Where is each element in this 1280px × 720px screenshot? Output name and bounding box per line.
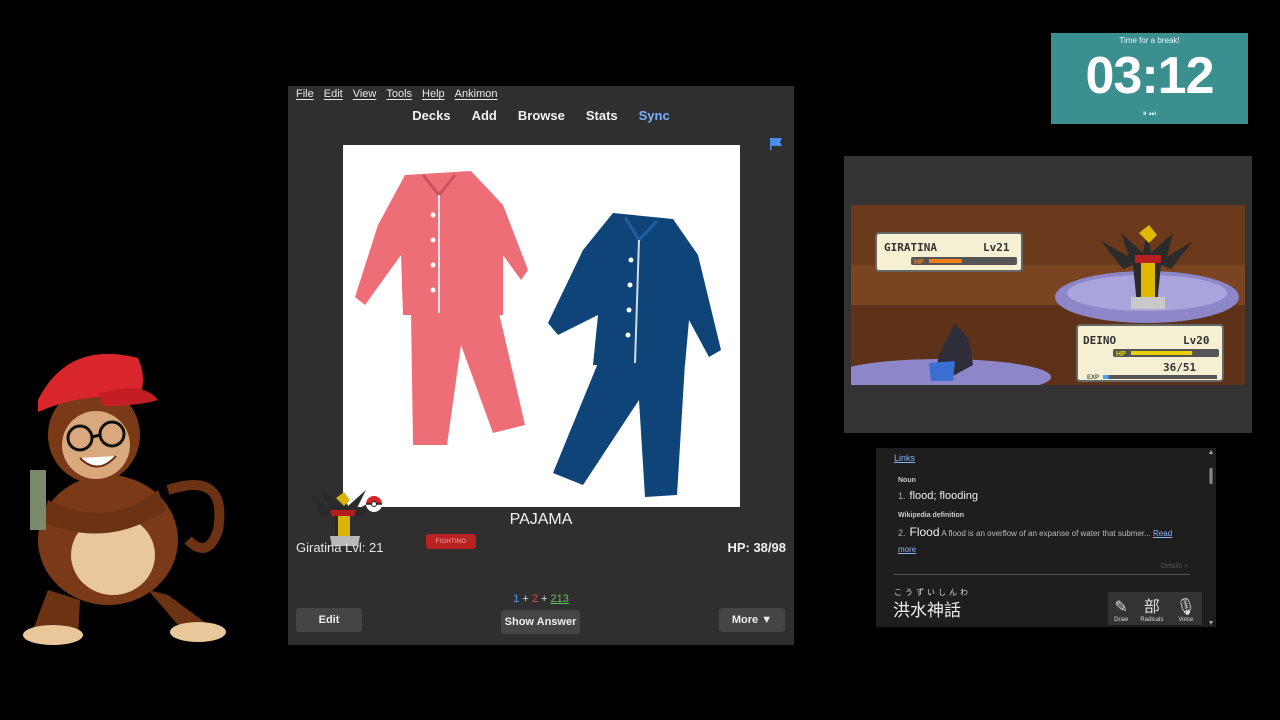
part-of-speech: Noun — [898, 477, 916, 484]
player-exp-bar — [1103, 375, 1109, 379]
menu-help[interactable]: Help — [422, 88, 445, 104]
edit-button[interactable]: Edit — [296, 608, 362, 632]
more-button[interactable]: More ▼ — [719, 608, 785, 632]
radical-icon: 部 — [1143, 599, 1160, 616]
kanji-input[interactable]: 洪水神話 — [893, 596, 961, 621]
draw-button[interactable]: ✎ Draw — [1114, 592, 1128, 625]
count-separator: + — [522, 593, 529, 605]
menu-bar: File Edit View Tools Help Ankimon — [296, 88, 497, 104]
definition-2-text: A flood is an overflow of an expanse of … — [941, 529, 1151, 538]
definition-1-text: flood; flooding — [909, 490, 979, 502]
due-counts: 1 + 2 + 213 — [288, 593, 794, 605]
flag-icon[interactable] — [770, 138, 782, 150]
timer-time: 03:12 — [1085, 47, 1215, 105]
enemy-name: GIRATINA — [884, 241, 937, 254]
menu-file[interactable]: File — [296, 88, 314, 104]
main-toolbar: Decks Add Browse Stats Sync — [288, 108, 794, 123]
menu-edit[interactable]: Edit — [324, 88, 343, 104]
player-exp-label: EXP — [1087, 375, 1099, 381]
definition-1: 1. flood; flooding — [898, 490, 978, 502]
draw-label: Draw — [1114, 617, 1129, 623]
definition-2: 2. Flood A flood is an overflow of an exp… — [898, 524, 1194, 558]
definition-2-word: Flood — [909, 525, 940, 539]
type-badge: FIGHTING — [426, 534, 476, 549]
toolbar-stats[interactable]: Stats — [586, 108, 618, 123]
wikipedia-label: Wikipedia definition — [898, 512, 965, 519]
show-answer-button[interactable]: Show Answer — [501, 610, 580, 634]
pencil-icon: ✎ — [1114, 599, 1128, 616]
radicals-label: Radicals — [1140, 617, 1164, 623]
player-name: DEINO — [1083, 334, 1116, 347]
navy-pajama — [548, 213, 721, 497]
toolbar-browse[interactable]: Browse — [518, 108, 565, 123]
player-hp-bar — [1131, 351, 1193, 355]
battle-scene: GIRATINA Lv21 HP DEINO Lv20 HP 36/51 EXP — [851, 205, 1245, 385]
links-link[interactable]: Links — [894, 453, 915, 463]
menu-view[interactable]: View — [353, 88, 377, 104]
voice-button[interactable]: 🎙 Voice — [1176, 592, 1196, 625]
player-hp-label: HP — [1116, 351, 1126, 358]
player-status-box: DEINO Lv20 HP 36/51 EXP — [1076, 324, 1224, 382]
toolbar-decks[interactable]: Decks — [412, 108, 450, 123]
menu-ankimon[interactable]: Ankimon — [455, 88, 498, 104]
definition-1-number: 1. — [898, 491, 906, 501]
enemy-hp-bar — [929, 259, 962, 263]
break-timer: Time for a break! 03:12 ⏸ ⏭ — [1051, 33, 1248, 124]
read-more-link-cont[interactable]: more — [898, 545, 916, 554]
toolbar-add[interactable]: Add — [472, 108, 497, 123]
anki-window: File Edit View Tools Help Ankimon Decks … — [288, 86, 794, 645]
pink-pajama — [355, 171, 528, 445]
pajamas-icon — [355, 171, 721, 497]
dictionary-panel: Links Noun 1. flood; flooding Wikipedia d… — [876, 448, 1216, 627]
microphone-icon: 🎙 — [1175, 599, 1196, 616]
player-level: Lv20 — [1183, 334, 1210, 347]
radicals-button[interactable]: 部 Radicals — [1140, 592, 1163, 625]
menu-tools[interactable]: Tools — [386, 88, 412, 104]
new-count: 1 — [513, 593, 520, 605]
card-image — [343, 145, 740, 507]
pokemon-name-level: Giratina Lvl: 21 — [296, 540, 384, 555]
enemy-status-box: GIRATINA Lv21 HP — [875, 232, 1023, 272]
review-count: 213 — [550, 593, 569, 605]
streamer-avatar — [23, 353, 226, 645]
details-link[interactable]: Details » — [1161, 563, 1188, 570]
toolbar-sync[interactable]: Sync — [639, 108, 670, 123]
input-tools: ✎ Draw 部 Radicals 🎙 Voice — [1108, 592, 1202, 625]
voice-label: Voice — [1178, 617, 1194, 623]
enemy-hp-label: HP — [914, 259, 924, 266]
player-hp-text: 36/51 — [1163, 361, 1196, 374]
learn-count: 2 — [531, 593, 538, 605]
scrollbar[interactable] — [1208, 448, 1214, 627]
timer-label: Time for a break! — [1119, 36, 1180, 45]
enemy-level: Lv21 — [983, 241, 1010, 254]
timer-controls[interactable]: ⏸ ⏭ — [1051, 109, 1248, 119]
read-more-link[interactable]: Read — [1153, 529, 1172, 538]
pokemon-hp: HP: 38/98 — [727, 540, 786, 555]
definition-2-number: 2. — [898, 528, 906, 538]
battle-window: GIRATINA Lv21 HP DEINO Lv20 HP 36/51 EXP — [844, 156, 1252, 433]
divider — [894, 574, 1190, 575]
count-separator: + — [541, 593, 548, 605]
